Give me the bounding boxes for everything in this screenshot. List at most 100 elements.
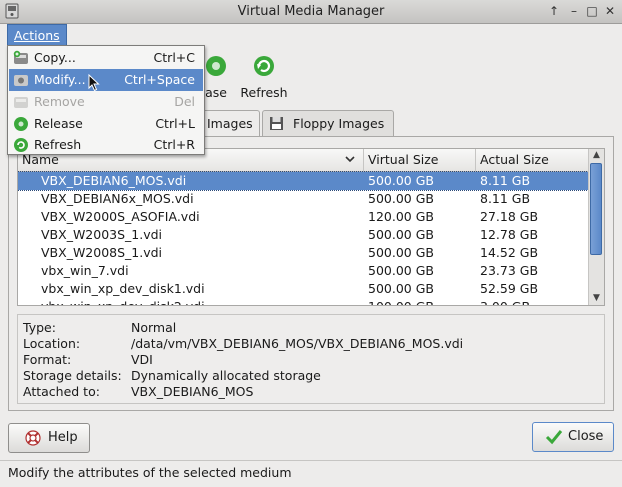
detail-format-value: VDI bbox=[131, 352, 153, 367]
column-virtual-size-label: Virtual Size bbox=[368, 152, 439, 167]
cell-virtual-size: 500.00 GB bbox=[368, 173, 434, 188]
cell-actual-size: 23.73 GB bbox=[480, 263, 539, 278]
table-row[interactable]: vbx_win_7.vdi 500.00 GB 23.73 GB bbox=[18, 262, 590, 280]
menu-bar: Actions bbox=[0, 24, 622, 46]
menu-item-shortcut: Ctrl+Space bbox=[124, 72, 195, 87]
scroll-down-icon[interactable]: ▼ bbox=[590, 292, 603, 305]
menu-item-modify[interactable]: Modify... Ctrl+Space bbox=[9, 69, 203, 91]
menu-item-label: Refresh bbox=[34, 137, 82, 152]
table-row[interactable]: vbx_win_xp_dev_disk1.vdi 500.00 GB 52.59… bbox=[18, 280, 590, 298]
menu-item-label: Release bbox=[34, 116, 83, 131]
cell-actual-size: 52.59 GB bbox=[480, 281, 539, 296]
tab-floppy-label: Floppy Images bbox=[293, 116, 385, 131]
menu-item-refresh[interactable]: Refresh Ctrl+R bbox=[9, 135, 203, 154]
toolbar-release-label: ase bbox=[205, 85, 227, 100]
copy-disk-icon bbox=[13, 50, 28, 64]
table-scrollbar[interactable]: ▲ ▼ bbox=[588, 149, 604, 305]
cell-name: VBX_W2000S_ASOFIA.vdi bbox=[41, 209, 200, 224]
cell-virtual-size: 500.00 GB bbox=[368, 227, 434, 242]
tab-floppy-images[interactable]: Floppy Images bbox=[262, 110, 394, 136]
menu-item-release[interactable]: Release Ctrl+L bbox=[9, 113, 203, 135]
status-bar: Modify the attributes of the selected me… bbox=[0, 460, 622, 487]
menu-item-label: Modify... bbox=[34, 72, 86, 87]
cell-name: VBX_DEBIAN6_MOS.vdi bbox=[41, 173, 187, 188]
cell-actual-size: 27.18 GB bbox=[480, 209, 539, 224]
close-button[interactable]: Close bbox=[532, 422, 614, 452]
detail-location-value: /data/vm/VBX_DEBIAN6_MOS/VBX_DEBIAN6_MOS… bbox=[131, 336, 464, 351]
cell-virtual-size: 500.00 GB bbox=[368, 263, 434, 278]
menu-item-shortcut: Ctrl+R bbox=[153, 137, 195, 152]
menu-item-shortcut: Del bbox=[174, 94, 195, 109]
cell-actual-size: 8.11 GB bbox=[480, 191, 531, 206]
cell-name: vbx_win_7.vdi bbox=[41, 263, 129, 278]
refresh-icon bbox=[254, 56, 274, 76]
shade-window-icon[interactable]: ↑ bbox=[546, 3, 562, 19]
table-row[interactable]: vbx_win_xp_dev_disk2.vdi 100.00 GB 3.00 … bbox=[18, 298, 590, 305]
table-row[interactable]: VBX_W2000S_ASOFIA.vdi 120.00 GB 27.18 GB bbox=[18, 208, 590, 226]
cell-virtual-size: 120.00 GB bbox=[368, 209, 434, 224]
table-row[interactable]: VBX_DEBIAN6_MOS.vdi 500.00 GB 8.11 GB bbox=[18, 171, 591, 191]
cell-virtual-size: 500.00 GB bbox=[368, 245, 434, 260]
chevron-down-icon bbox=[345, 156, 355, 163]
toolbar-refresh-button[interactable]: Refresh bbox=[240, 54, 288, 100]
detail-attached-value: VBX_DEBIAN6_MOS bbox=[131, 384, 254, 399]
help-lifebuoy-icon bbox=[25, 430, 41, 446]
release-disk-icon bbox=[206, 56, 226, 76]
cell-actual-size: 14.52 GB bbox=[480, 245, 539, 260]
cell-actual-size: 8.11 GB bbox=[480, 173, 531, 188]
mouse-pointer-icon bbox=[88, 74, 100, 92]
floppy-icon bbox=[270, 117, 283, 130]
cell-virtual-size: 500.00 GB bbox=[368, 191, 434, 206]
column-header-actual-size[interactable]: Actual Size bbox=[476, 149, 590, 171]
remove-disk-icon bbox=[14, 97, 28, 108]
detail-format-label: Format: bbox=[23, 352, 72, 367]
table-row[interactable]: VBX_W2003S_1.vdi 500.00 GB 12.78 GB bbox=[18, 226, 590, 244]
help-label: Help bbox=[48, 430, 78, 445]
close-label: Close bbox=[568, 429, 604, 444]
menu-item-shortcut: Ctrl+C bbox=[153, 50, 195, 65]
modify-disk-icon bbox=[14, 75, 28, 86]
menu-item-label: Copy... bbox=[34, 50, 76, 65]
help-button[interactable]: Help bbox=[8, 423, 90, 453]
medium-details: Type: Normal Location: /data/vm/VBX_DEBI… bbox=[17, 314, 605, 404]
detail-type-label: Type: bbox=[23, 320, 56, 335]
maximize-window-icon[interactable]: □ bbox=[584, 3, 600, 19]
table-row[interactable]: VBX_W2008S_1.vdi 500.00 GB 14.52 GB bbox=[18, 244, 590, 262]
menu-actions[interactable]: Actions bbox=[7, 24, 67, 46]
menu-item-shortcut: Ctrl+L bbox=[155, 116, 195, 131]
detail-type-value: Normal bbox=[131, 320, 177, 335]
menu-item-copy[interactable]: Copy... Ctrl+C bbox=[9, 47, 203, 69]
media-table[interactable]: Name Virtual Size Actual Size VBX_DEBIAN… bbox=[17, 148, 605, 306]
close-window-icon[interactable]: ✕ bbox=[602, 3, 618, 19]
window-title: Virtual Media Manager bbox=[237, 4, 385, 19]
cell-actual-size: 12.78 GB bbox=[480, 227, 539, 242]
detail-storage-value: Dynamically allocated storage bbox=[131, 368, 321, 383]
scroll-thumb[interactable] bbox=[590, 163, 602, 255]
table-body: VBX_DEBIAN6_MOS.vdi 500.00 GB 8.11 GB VB… bbox=[18, 171, 591, 305]
table-row[interactable]: VBX_DEBIAN6x_MOS.vdi 500.00 GB 8.11 GB bbox=[18, 190, 590, 208]
tab-images-label: Images bbox=[207, 116, 253, 131]
cell-name: VBX_W2003S_1.vdi bbox=[41, 227, 163, 242]
actions-menu: Copy... Ctrl+C Modify... Ctrl+Space Remo… bbox=[7, 45, 205, 155]
status-text: Modify the attributes of the selected me… bbox=[8, 465, 292, 480]
cell-virtual-size: 100.00 GB bbox=[368, 298, 434, 305]
detail-attached-label: Attached to: bbox=[23, 384, 100, 399]
cell-name: VBX_DEBIAN6x_MOS.vdi bbox=[41, 191, 194, 206]
column-actual-size-label: Actual Size bbox=[480, 152, 549, 167]
release-disk-icon bbox=[14, 117, 28, 131]
column-header-virtual-size[interactable]: Virtual Size bbox=[364, 149, 476, 171]
cell-actual-size: 3.00 GB bbox=[480, 298, 530, 305]
scroll-up-icon[interactable]: ▲ bbox=[590, 149, 603, 162]
detail-storage-label: Storage details: bbox=[23, 368, 122, 383]
menu-item-remove[interactable]: Remove Del bbox=[9, 91, 203, 113]
refresh-icon bbox=[14, 138, 28, 152]
checkmark-icon bbox=[545, 430, 563, 445]
minimize-window-icon[interactable]: – bbox=[566, 3, 582, 19]
cell-name: vbx_win_xp_dev_disk1.vdi bbox=[41, 281, 205, 296]
menu-item-label: Remove bbox=[34, 94, 85, 109]
cell-name: VBX_W2008S_1.vdi bbox=[41, 245, 163, 260]
detail-location-label: Location: bbox=[23, 336, 81, 351]
toolbar-refresh-label: Refresh bbox=[240, 85, 288, 100]
cell-virtual-size: 500.00 GB bbox=[368, 281, 434, 296]
title-bar: Virtual Media Manager ↑ – □ ✕ bbox=[0, 0, 622, 24]
